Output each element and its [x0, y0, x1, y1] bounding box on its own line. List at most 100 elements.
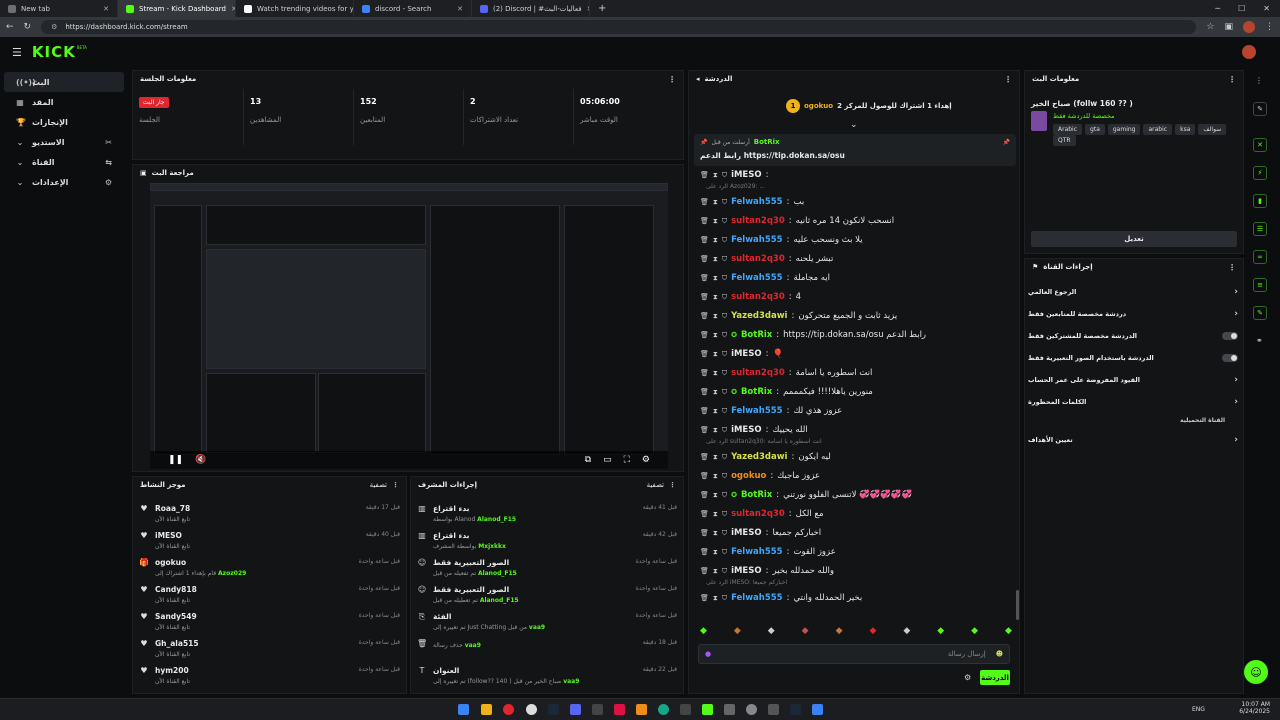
pause-icon[interactable]: ❚❚	[168, 455, 183, 465]
chat-message[interactable]: 🗑 ⧗ ⛉ Felwah555: يلا بث ونسحب عليه	[700, 231, 1010, 249]
app-icon[interactable]	[592, 704, 603, 715]
toggle-switch[interactable]	[1222, 332, 1238, 340]
file-explorer-icon[interactable]	[481, 704, 492, 715]
maximize-icon[interactable]: ☐	[1238, 4, 1245, 13]
kick-app-icon[interactable]	[702, 704, 713, 715]
chat-message[interactable]: 🗑 ⧗ ⛉ sultan2q30: تبشر يلحنه	[700, 250, 1010, 268]
close-icon[interactable]: ✕	[103, 5, 109, 13]
chat-username[interactable]: iMESO	[731, 566, 762, 576]
stream-tag[interactable]: Arabic	[1053, 124, 1083, 135]
edge-icon[interactable]	[658, 704, 669, 715]
channel-action-row[interactable]: القيود المفروضة على عمر الحساب ›	[1028, 372, 1238, 388]
mod-user[interactable]: Mxjxkkx	[478, 543, 506, 550]
chrome-icon[interactable]	[503, 704, 514, 715]
mute-icon[interactable]: 🔇	[195, 455, 206, 465]
channel-action-row[interactable]: دردشة مخصصة للمتابعين فقط ›	[1028, 306, 1238, 322]
chat-message[interactable]: 🗑 ⧗ ⛉ Yazed3dawi: يزيد ثابت و الجميع متح…	[700, 307, 1010, 325]
stream-preview-video[interactable]: ❚❚ 🔇 ⧉ ▭ ⛶ ⚙	[150, 183, 668, 469]
app-icon[interactable]	[768, 704, 779, 715]
timeout-icon[interactable]: ⧗	[713, 369, 718, 378]
settings-app-icon[interactable]	[746, 704, 757, 715]
chat-message[interactable]: 🗑 ⧗ ⛉ iMESO: 🎈	[700, 345, 1010, 363]
mod-user[interactable]: vaa9	[563, 678, 579, 685]
timeout-icon[interactable]: ⧗	[713, 594, 718, 603]
chat-message[interactable]: 🗑 ⧗ ⛉ ✪ BotRix: https://tip.dokan.sa/osu…	[700, 326, 1010, 344]
emote-icon[interactable]: ◆	[836, 626, 843, 640]
timeout-icon[interactable]: ⧗	[713, 426, 718, 435]
timeout-icon[interactable]: ⧗	[713, 388, 718, 397]
more-options-icon[interactable]: ⋮	[668, 75, 676, 84]
chat-message[interactable]: 🗑 ⧗ ⛉ Felwah555: بب	[700, 193, 1010, 211]
toolbar-close-icon[interactable]: ✕	[1253, 138, 1267, 152]
moderator-icon[interactable]: 🗑	[700, 217, 709, 225]
activity-user[interactable]: Sandy549	[155, 612, 197, 621]
more-options-icon[interactable]: ⋮	[1228, 263, 1236, 272]
timeout-icon[interactable]: ⧗	[713, 567, 718, 576]
timeout-icon[interactable]: ⧗	[713, 331, 718, 340]
app-icon[interactable]	[636, 704, 647, 715]
mod-user[interactable]: vaa9	[529, 624, 545, 631]
edit-stream-button[interactable]: تعديل	[1031, 231, 1237, 247]
chat-message[interactable]: 🗑 ⧗ ⛉ iMESO: اخباركم جميعا	[700, 524, 1010, 542]
reload-icon[interactable]: ↻	[24, 22, 32, 32]
chat-username[interactable]: iMESO	[731, 425, 762, 435]
chat-username[interactable]: Yazed3dawi	[731, 452, 787, 462]
timeout-icon[interactable]: ⧗	[713, 350, 718, 359]
filter-button[interactable]: تصفية	[647, 481, 664, 489]
chat-input[interactable]: ● إرسال رسالة ☻	[698, 644, 1010, 664]
message-icon[interactable]: ☰	[1253, 222, 1267, 236]
more-options-icon[interactable]: ⋮	[392, 481, 399, 489]
clip-icon[interactable]: ▮	[1253, 194, 1267, 208]
chat-username[interactable]: Felwah555	[731, 406, 783, 416]
timeout-icon[interactable]: ⧗	[713, 217, 718, 226]
toggle-switch[interactable]	[1222, 354, 1238, 362]
close-window-icon[interactable]: ✕	[1263, 4, 1270, 13]
chat-scrollbar[interactable]	[1016, 590, 1019, 620]
edit-layout-icon[interactable]: ✎	[1253, 102, 1267, 116]
timeout-icon[interactable]: ⧗	[713, 236, 718, 245]
mod-user[interactable]: Alanod_F15	[478, 570, 517, 577]
discord-icon[interactable]	[570, 704, 581, 715]
moderator-icon[interactable]: 🗑	[700, 198, 709, 206]
site-info-icon[interactable]: ⚙	[51, 23, 57, 31]
activity-user[interactable]: Roaa_78	[155, 504, 190, 513]
activity-user[interactable]: Gh_ala515	[155, 639, 199, 648]
chat-username[interactable]: BotRix	[741, 490, 772, 500]
chat-message[interactable]: 🗑 ⧗ ⛉ Felwah555: ايه مجاملة	[700, 269, 1010, 287]
sidebar-item-settings[interactable]: ⌄ الإعدادات ⚙	[4, 172, 124, 192]
moderator-icon[interactable]: 🗑	[700, 331, 709, 339]
app-icon[interactable]	[680, 704, 691, 715]
timeout-icon[interactable]: ⧗	[713, 274, 718, 283]
chat-username[interactable]: ogokuo	[731, 471, 766, 481]
emote-icon[interactable]: ◆	[700, 626, 707, 640]
stream-tag[interactable]: QTR	[1053, 135, 1076, 146]
timeout-icon[interactable]: ⧗	[713, 472, 718, 481]
chat-username[interactable]: BotRix	[741, 330, 772, 340]
moderator-icon[interactable]: 🗑	[700, 171, 709, 179]
sidebar-item-content[interactable]: ▦ المقد	[4, 92, 124, 112]
tab-0[interactable]: New tab ✕	[0, 0, 118, 17]
sidebar-item-channel[interactable]: ⌄ القناة ⇆	[4, 152, 124, 172]
stream-tag[interactable]: gta	[1085, 124, 1105, 135]
moderator-icon[interactable]: 🗑	[700, 510, 709, 518]
chat-message[interactable]: 🗑 ⧗ ⛉ sultan2q30: مع الكل	[700, 505, 1010, 523]
browser-menu-icon[interactable]: ⋮	[1265, 22, 1274, 32]
timeout-icon[interactable]: ⧗	[713, 548, 718, 557]
chat-message[interactable]: 🗑 ⧗ ⛉ Yazed3dawi: ليه ايكون	[700, 448, 1010, 466]
timeout-icon[interactable]: ⧗	[713, 491, 718, 500]
channel-action-row[interactable]: الدردشة مخصصة للمشتركين فقط	[1028, 328, 1238, 344]
windows-start-icon[interactable]	[458, 704, 469, 715]
timeout-icon[interactable]: ⧗	[713, 312, 718, 321]
emote-icon[interactable]: ◆	[1005, 626, 1012, 640]
moderator-icon[interactable]: 🗑	[700, 369, 709, 377]
emote-icon[interactable]: ◆	[937, 626, 944, 640]
more-options-icon[interactable]: ⋮	[1255, 76, 1263, 85]
minimize-icon[interactable]: ─	[1215, 4, 1220, 13]
moderator-icon[interactable]: 🗑	[700, 472, 709, 480]
timeout-icon[interactable]: ⧗	[713, 407, 718, 416]
chat-username[interactable]: iMESO	[731, 349, 762, 359]
chat-username[interactable]: sultan2q30	[731, 216, 785, 226]
chat-message[interactable]: 🗑 ⧗ ⛉ iMESO: الله يحييك	[700, 421, 1010, 439]
stream-tag[interactable]: gaming	[1107, 124, 1141, 135]
mic-icon[interactable]: ●	[705, 650, 711, 658]
